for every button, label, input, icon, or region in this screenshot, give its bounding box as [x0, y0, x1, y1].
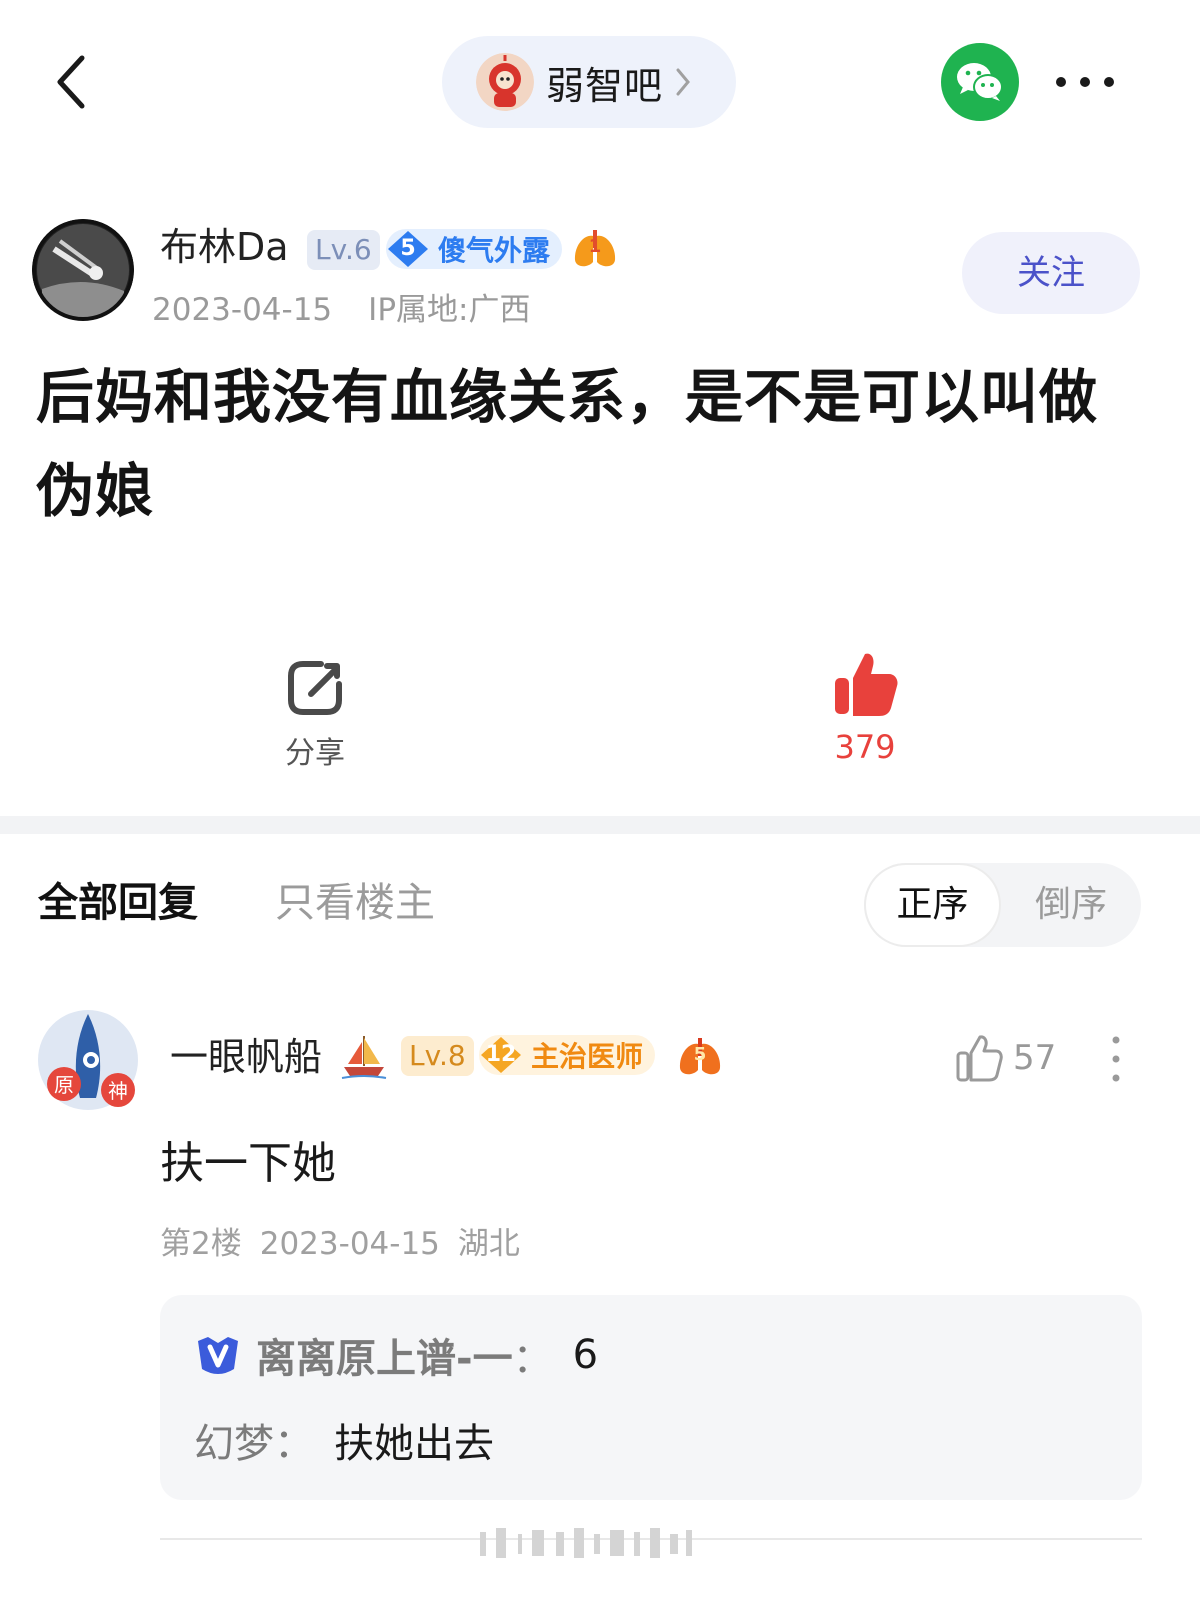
tab-op-only[interactable]: 只看楼主	[275, 870, 435, 928]
reply-location: 湖北	[457, 1226, 520, 1262]
sub-reply-content: 扶她出去	[334, 1421, 494, 1467]
chevron-right-icon	[676, 68, 690, 96]
wechat-share-button[interactable]	[941, 43, 1019, 121]
avatar-text-1: 原	[54, 1073, 74, 1097]
title-badge-text: 傻气外露	[438, 234, 551, 267]
more-horizontal-icon	[1056, 77, 1114, 87]
chevron-left-icon	[57, 55, 85, 109]
thumbs-up-filled-icon	[835, 653, 898, 716]
reply-title-badge-number: 12	[485, 1042, 517, 1067]
reply-date: 2023-04-15	[259, 1226, 440, 1262]
forum-avatar	[476, 53, 534, 111]
vip-badge-icon	[198, 1337, 238, 1374]
share-button[interactable]: 分享	[270, 656, 360, 776]
reply-floor: 第2楼	[160, 1226, 242, 1262]
sort-ascending-button[interactable]: 正序	[866, 865, 999, 945]
reply-title-badge: 12 主治医师	[479, 1035, 656, 1075]
share-icon	[288, 661, 342, 715]
reply-like-button[interactable]: 57	[955, 1030, 1056, 1086]
post-meta: 2023-04-15 IP属地:广西	[152, 284, 530, 329]
avatar-text-2: 神	[108, 1079, 128, 1103]
sub-reply-author[interactable]: 幻梦	[194, 1411, 274, 1469]
post-title: 后妈和我没有血缘关系，是不是可以叫做伪娘	[36, 363, 1099, 525]
follow-button[interactable]: 关注	[962, 232, 1140, 314]
back-button[interactable]	[52, 52, 92, 112]
sailboat-icon	[340, 1034, 388, 1080]
title-badge-number: 5	[400, 236, 416, 261]
sub-reply-separator: ：	[274, 1421, 314, 1467]
section-divider	[0, 816, 1200, 834]
more-vertical-icon	[1112, 1036, 1120, 1082]
more-options-button[interactable]	[1052, 70, 1118, 94]
wechat-icon	[957, 63, 1003, 101]
thumbs-up-outline-icon	[956, 1035, 1003, 1082]
level-badge: Lv.6	[307, 230, 380, 270]
reply-author-name[interactable]: 一眼帆船	[170, 1030, 322, 1084]
watermark-bars	[470, 1522, 705, 1562]
reply-lung-number: 5	[693, 1044, 707, 1065]
reply-like-count: 57	[1013, 1038, 1057, 1078]
reply-meta: 第2楼 2023-04-15 湖北	[160, 1218, 520, 1263]
sub-reply-author[interactable]: 离离原上谱-一	[256, 1326, 513, 1384]
like-count: 379	[834, 728, 896, 766]
title-badge: 5 傻气外露	[386, 229, 563, 269]
sub-reply[interactable]: 离离原上谱-一 ： 6	[194, 1323, 598, 1387]
reply-title-badge-text: 主治医师	[531, 1040, 644, 1073]
post-ip: IP属地:广西	[368, 292, 531, 328]
reply-lung-icon: 5	[677, 1038, 723, 1078]
lung-icon: 1	[572, 230, 618, 270]
post-date: 2023-04-15	[152, 292, 333, 328]
reply-more-button[interactable]	[1108, 1034, 1124, 1084]
forum-link[interactable]: 弱智吧	[442, 36, 736, 128]
tab-all-replies[interactable]: 全部回复	[38, 870, 198, 928]
reply-avatar[interactable]: 原 神	[36, 1008, 140, 1112]
author-avatar[interactable]	[32, 219, 134, 321]
sort-descending-button[interactable]: 倒序	[1002, 865, 1140, 945]
reply-text: 扶一下她	[160, 1138, 336, 1189]
share-label: 分享	[285, 736, 345, 771]
sub-reply-separator: ：	[512, 1336, 553, 1382]
reply-level-badge: Lv.8	[401, 1036, 474, 1076]
sub-reply-content: 6	[572, 1332, 599, 1378]
forum-name: 弱智吧	[546, 63, 664, 108]
sub-reply[interactable]: 幻梦 ： 扶她出去	[194, 1408, 494, 1472]
like-button[interactable]: 379	[820, 648, 910, 778]
lung-number: 1	[588, 236, 602, 257]
author-name[interactable]: 布林Da	[160, 220, 289, 274]
